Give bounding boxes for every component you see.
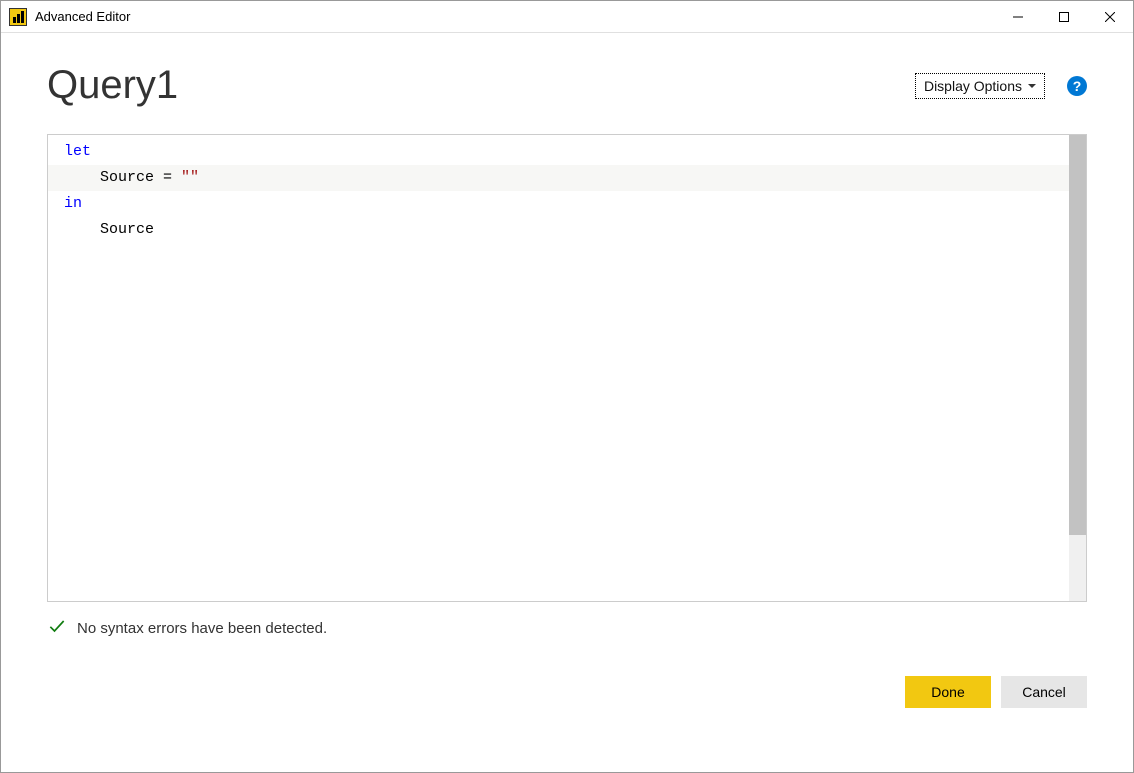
done-button[interactable]: Done <box>905 676 991 708</box>
window-title: Advanced Editor <box>35 9 130 24</box>
code-string: "" <box>181 169 199 186</box>
code-editor-content[interactable]: let Source = "" in Source <box>48 135 1069 601</box>
status-row: No syntax errors have been detected. <box>47 616 1087 640</box>
code-keyword-in: in <box>64 195 82 212</box>
chevron-down-icon <box>1028 84 1036 88</box>
content-area: Query1 Display Options ? let Source = ""… <box>1 33 1133 728</box>
query-title: Query1 <box>47 63 178 108</box>
display-options-dropdown[interactable]: Display Options <box>915 73 1045 99</box>
vertical-scrollbar[interactable] <box>1069 135 1086 601</box>
scrollbar-thumb[interactable] <box>1069 135 1086 535</box>
minimize-button[interactable] <box>995 1 1041 33</box>
status-message: No syntax errors have been detected. <box>77 620 327 637</box>
powerbi-app-icon <box>9 8 27 26</box>
titlebar-left: Advanced Editor <box>1 8 995 26</box>
window-controls <box>995 1 1133 33</box>
code-current-line: Source = "" <box>48 165 1069 191</box>
maximize-button[interactable] <box>1041 1 1087 33</box>
code-keyword-let: let <box>64 143 91 160</box>
code-text: Source = <box>100 169 181 186</box>
help-icon[interactable]: ? <box>1067 76 1087 96</box>
close-button[interactable] <box>1087 1 1133 33</box>
code-text: Source <box>100 221 154 238</box>
check-icon <box>47 616 67 640</box>
footer-buttons: Done Cancel <box>47 676 1087 708</box>
header-row: Query1 Display Options ? <box>47 63 1087 108</box>
code-editor[interactable]: let Source = "" in Source <box>47 134 1087 602</box>
cancel-button[interactable]: Cancel <box>1001 676 1087 708</box>
titlebar: Advanced Editor <box>1 1 1133 33</box>
display-options-label: Display Options <box>924 78 1022 94</box>
header-right: Display Options ? <box>915 73 1087 99</box>
